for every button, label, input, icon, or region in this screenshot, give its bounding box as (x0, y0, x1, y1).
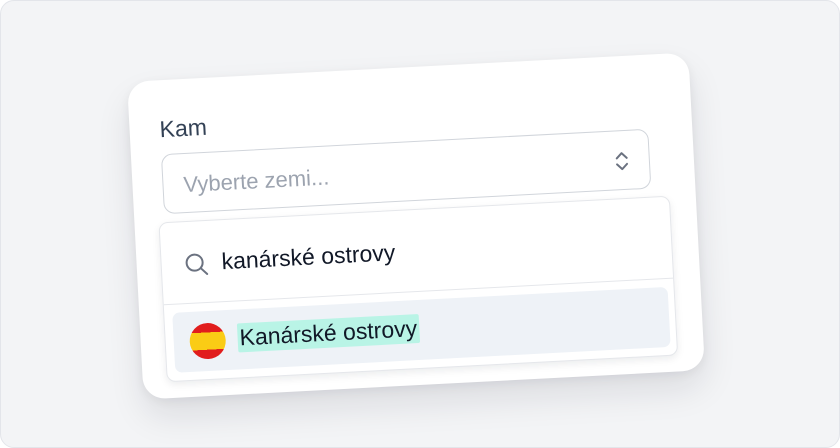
destination-card: Kam Vyberte zemi... kanárské ostrovy Kan… (127, 52, 705, 400)
country-dropdown: kanárské ostrovy Kanárské ostrovy (158, 195, 679, 383)
country-search-input[interactable]: kanárské ostrovy (159, 196, 674, 306)
country-select-placeholder: Vyberte zemi... (182, 164, 330, 198)
search-icon (183, 251, 210, 278)
search-value: kanárské ostrovy (220, 239, 396, 275)
page-background: Kam Vyberte zemi... kanárské ostrovy Kan… (0, 0, 840, 448)
destination-label: Kam (158, 113, 208, 143)
country-option-label: Kanárské ostrovy (236, 313, 420, 353)
spain-flag-icon (188, 322, 227, 360)
chevron-up-down-icon (612, 149, 631, 174)
